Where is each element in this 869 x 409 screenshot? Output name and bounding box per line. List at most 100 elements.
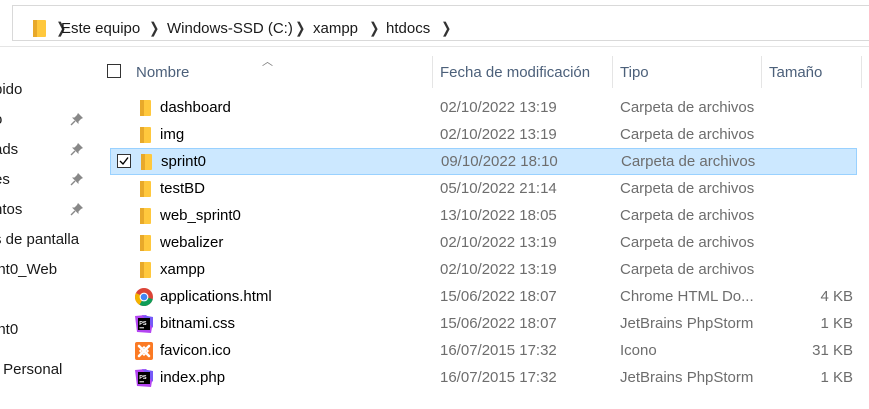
breadcrumb-item[interactable]: Windows-SSD (C:) [167,20,293,37]
file-row[interactable]: img 02/10/2022 13:19 Carpeta de archivos [110,122,857,149]
chevron-right-icon[interactable]: ❯ [369,19,379,37]
xampp-icon [135,342,153,360]
pin-icon [70,173,83,186]
phpstorm-icon: PS [135,369,153,387]
nav-item[interactable]: o [0,111,2,128]
nav-item-label: int0 [0,321,19,338]
chevron-right-icon[interactable]: ❯ [295,19,305,37]
sort-ascending-icon: ︿ [262,56,273,68]
nav-item[interactable]: ntos [0,201,22,218]
chevron-right-icon[interactable]: ❯ [149,19,159,37]
column-header-row: ︿ Nombre Fecha de modificación Tipo Tama… [92,56,869,88]
file-row[interactable]: testBD 05/10/2022 21:14 Carpeta de archi… [110,176,857,203]
nav-item[interactable]: int0 [0,321,18,338]
nav-item-label: int0_Web [0,261,58,278]
file-date: 13/10/2022 18:05 [440,207,557,224]
chevron-right-icon[interactable]: ❯ [441,19,451,37]
nav-item-label: ntos [0,201,23,218]
folder-icon [33,20,46,37]
file-type: Carpeta de archivos [620,126,755,143]
row-checkbox[interactable] [117,154,131,168]
file-name: webalizer [160,234,224,251]
nav-item-label: es [0,171,10,188]
file-type: Carpeta de archivos [620,261,755,278]
column-header-date[interactable]: Fecha de modificación [440,64,590,81]
file-name: bitnami.css [160,315,236,332]
column-divider[interactable] [612,56,613,88]
nav-item-label: - Personal [0,361,63,378]
folder-icon [140,100,151,116]
file-row[interactable]: xampp 02/10/2022 13:19 Carpeta de archiv… [110,257,857,284]
file-date: 09/10/2022 18:10 [441,153,558,170]
breadcrumb-item[interactable]: Este equipo [61,20,140,37]
file-size: 31 KB [812,342,853,359]
file-date: 02/10/2022 13:19 [440,234,557,251]
svg-text:PS: PS [139,375,147,381]
file-row[interactable]: web_sprint0 13/10/2022 18:05 Carpeta de … [110,203,857,230]
file-name: img [160,126,185,143]
nav-item-label: s de pantalla [0,231,80,248]
pin-icon [70,203,83,216]
file-name: dashboard [160,99,231,116]
file-date: 15/06/2022 18:07 [440,288,557,305]
file-row[interactable]: dashboard 02/10/2022 13:19 Carpeta de ar… [110,95,857,122]
address-bar: ❯ Este equipo ❯ Windows-SSD (C:) ❯ xampp… [0,0,869,47]
file-name: sprint0 [161,153,207,170]
checkmark-icon [119,157,129,166]
svg-text:PS: PS [139,321,147,327]
breadcrumb[interactable]: ❯ Este equipo ❯ Windows-SSD (C:) ❯ xampp… [12,5,869,41]
file-type: Icono [620,342,657,359]
folder-icon [140,235,151,251]
file-row[interactable]: PS bitnami.css 15/06/2022 18:07 JetBrain… [110,311,857,338]
nav-item[interactable]: ads [0,141,18,158]
file-row[interactable]: PS index.php 16/07/2015 17:32 JetBrains … [110,365,857,392]
nav-item[interactable]: - Personal [0,361,62,378]
file-date: 02/10/2022 13:19 [440,126,557,143]
nav-item-label: o [0,111,2,128]
file-date: 15/06/2022 18:07 [440,315,557,332]
file-type: JetBrains PhpStorm [620,369,754,386]
file-name: web_sprint0 [160,207,241,224]
folder-icon [141,154,152,170]
nav-item[interactable]: s de pantalla [0,231,79,248]
file-name: applications.html [160,288,272,305]
file-type: Carpeta de archivos [620,180,755,197]
phpstorm-icon: PS [135,315,153,333]
file-row-selected[interactable]: sprint0 09/10/2022 18:10 Carpeta de arch… [110,148,857,175]
file-name: index.php [160,369,226,386]
breadcrumb-item[interactable]: htdocs [386,20,430,37]
file-row[interactable]: applications.html 15/06/2022 18:07 Chrom… [110,284,857,311]
folder-icon [140,127,151,143]
file-date: 16/07/2015 17:32 [440,342,557,359]
file-name: testBD [160,180,206,197]
file-row[interactable]: favicon.ico 16/07/2015 17:32 Icono 31 KB [110,338,857,365]
column-divider[interactable] [432,56,433,88]
column-divider[interactable] [861,56,862,88]
chrome-icon [135,288,153,307]
folder-icon [140,181,151,197]
select-all-checkbox[interactable] [107,64,121,78]
file-date: 05/10/2022 21:14 [440,180,557,197]
column-header-type[interactable]: Tipo [620,64,649,81]
pin-icon [70,143,83,156]
file-type: Chrome HTML Do... [620,288,754,305]
column-header-size[interactable]: Tamaño [769,64,822,81]
file-date: 16/07/2015 17:32 [440,369,557,386]
file-date: 02/10/2022 13:19 [440,261,557,278]
column-header-name[interactable]: Nombre [136,64,189,81]
file-date: 02/10/2022 13:19 [440,99,557,116]
nav-item[interactable]: es [0,171,10,188]
pin-icon [70,113,83,126]
file-size: 1 KB [820,315,853,332]
nav-item[interactable]: pido [0,81,22,98]
column-divider[interactable] [761,56,762,88]
nav-item[interactable]: int0_Web [0,261,57,278]
file-type: Carpeta de archivos [620,207,755,224]
navigation-pane: pido o ads es ntos s de pantalla int0_We… [0,47,92,409]
file-type: Carpeta de archivos [621,153,756,170]
file-size: 1 KB [820,369,853,386]
nav-item-label: ads [0,141,19,158]
folder-icon [140,208,151,224]
breadcrumb-item[interactable]: xampp [313,20,358,37]
file-row[interactable]: webalizer 02/10/2022 13:19 Carpeta de ar… [110,230,857,257]
